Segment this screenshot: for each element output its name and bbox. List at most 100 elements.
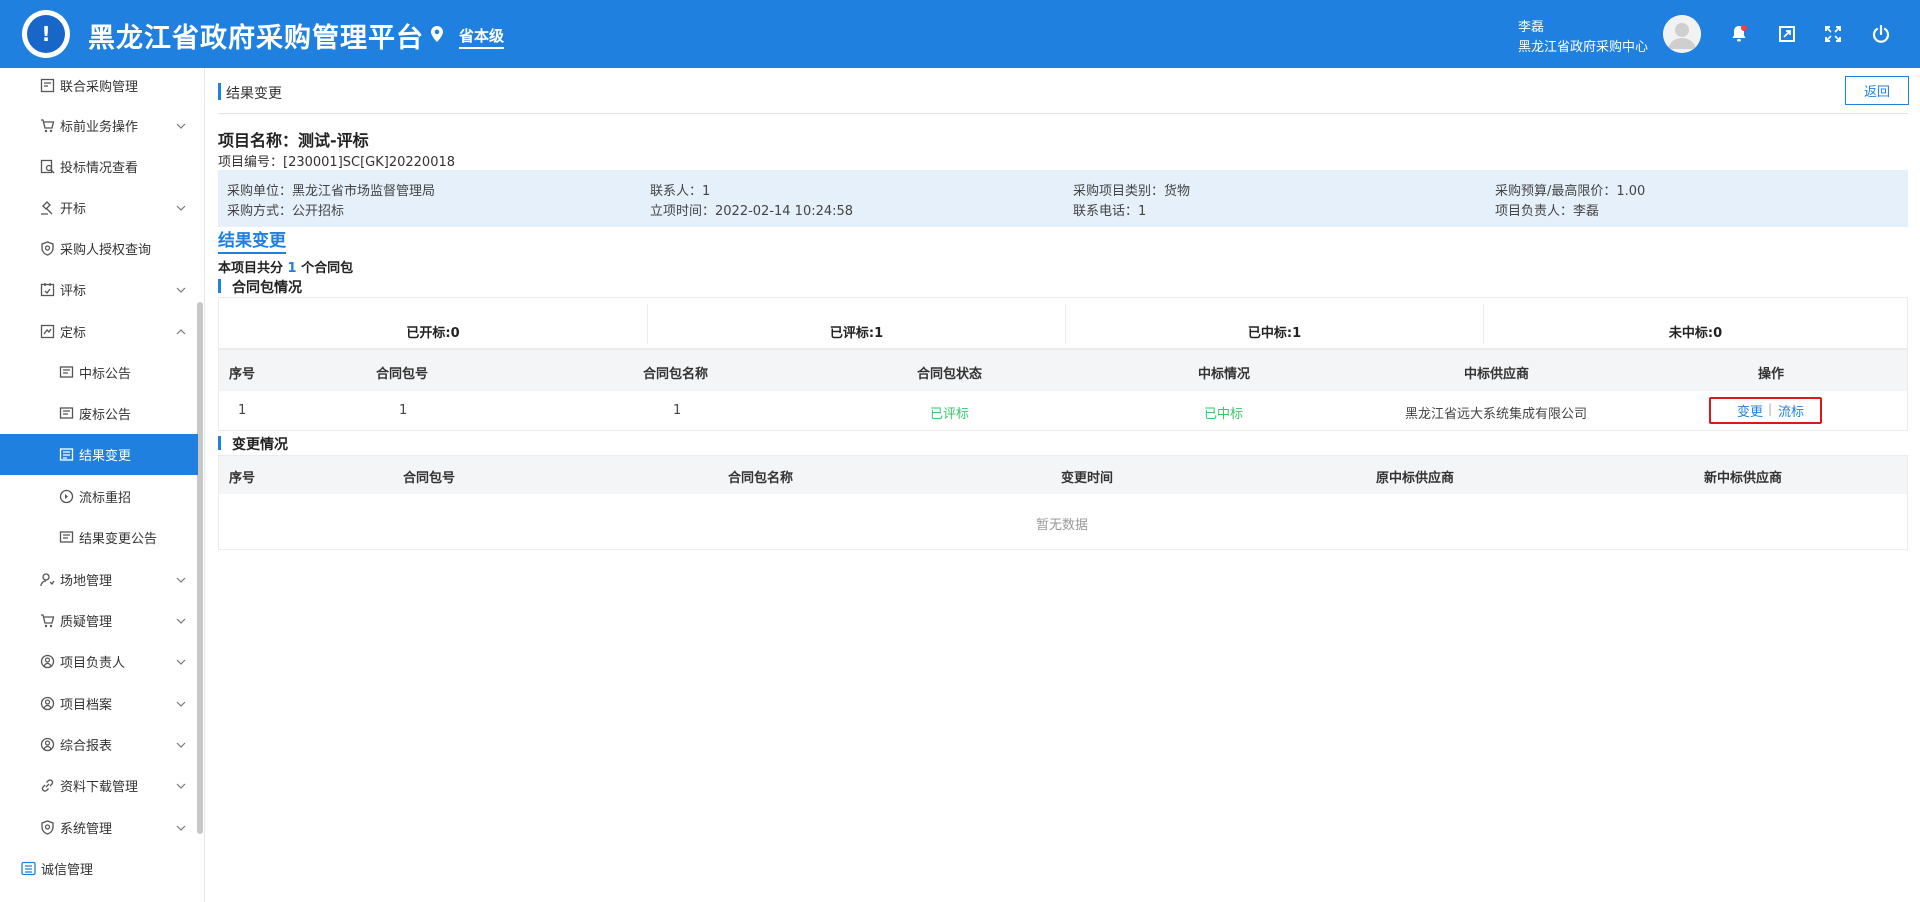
sidebar-item-auth-query[interactable]: 采购人授权查询 — [0, 228, 198, 269]
sidebar-item-result-change[interactable]: 结果变更 — [0, 434, 198, 475]
list-icon — [21, 861, 36, 876]
shield-icon — [41, 820, 54, 835]
sidebar-item-system[interactable]: 系统管理 — [0, 807, 198, 848]
col-change-time: 变更时间 — [1061, 471, 1114, 486]
col-pkg-no: 合同包号 — [403, 471, 456, 486]
chevron-down-icon — [176, 577, 186, 583]
chevron-down-icon — [176, 783, 186, 789]
sidebar-item-bid-opening[interactable]: 开标 — [0, 187, 198, 228]
sidebar-item-retender[interactable]: 流标重招 — [0, 476, 198, 517]
avatar[interactable] — [1663, 15, 1701, 53]
sidebar-item-label: 结果变更公告 — [79, 532, 158, 547]
action-separator: | — [1768, 402, 1773, 416]
info-method: 采购方式：公开招标 — [227, 204, 345, 219]
location-pin-icon — [431, 26, 443, 42]
sidebar-item-project-lead[interactable]: 项目负责人 — [0, 641, 198, 682]
project-name: 项目名称：测试-评标 — [218, 131, 369, 150]
user-circle-icon — [40, 654, 55, 669]
section-accent-bar — [218, 436, 221, 450]
top-header: ! 黑龙江省政府采购管理平台 省本级 李磊 黑龙江省政府采购中心 — [0, 0, 1920, 68]
notice-icon — [59, 407, 74, 419]
empty-state-text: 暂无数据 — [1036, 518, 1089, 533]
info-contact: 联系人：1 — [650, 184, 711, 199]
user-circle-icon — [40, 696, 55, 711]
sidebar-item-abort-notice[interactable]: 废标公告 — [0, 393, 198, 434]
change-link[interactable]: 变更 — [1737, 401, 1763, 420]
package-count-number: 1 — [287, 261, 297, 276]
sidebar-item-joint-purchase[interactable]: 联合采购管理 — [0, 65, 198, 106]
package-count-suffix: 个合同包 — [301, 261, 354, 276]
sidebar-item-complaint[interactable]: 质疑管理 — [0, 600, 198, 641]
info-purchaser: 采购单位：黑龙江省市场监督管理局 — [227, 184, 436, 199]
power-icon[interactable] — [1871, 24, 1891, 44]
sidebar-item-venue[interactable]: 场地管理 — [0, 559, 198, 600]
cell-pkg-no: 1 — [399, 403, 408, 418]
user-circle-icon — [40, 737, 55, 752]
fullscreen-icon[interactable] — [1823, 24, 1843, 44]
stat-opened: 已开标:0 — [406, 326, 460, 341]
col-new-supplier: 新中标供应商 — [1704, 471, 1783, 486]
sidebar-item-pre-bid[interactable]: 标前业务操作 — [0, 105, 198, 146]
project-info-panel: 采购单位：黑龙江省市场监督管理局 联系人：1 采购项目类别：货物 采购预算/最高… — [218, 170, 1908, 227]
app-title: 黑龙江省政府采购管理平台 — [88, 23, 424, 54]
sidebar-item-label: 诚信管理 — [41, 863, 94, 878]
evaluate-icon — [40, 283, 55, 297]
result-change-section-title: 结果变更 — [218, 230, 286, 254]
sidebar-item-bid-view[interactable]: 投标情况查看 — [0, 146, 198, 187]
info-budget: 采购预算/最高限价：1.00 — [1495, 184, 1646, 199]
chevron-down-icon — [176, 742, 186, 748]
sidebar-item-label: 定标 — [60, 326, 87, 341]
venue-icon — [40, 573, 55, 587]
package-count: 本项目共分 1 个合同包 — [218, 257, 353, 276]
sidebar-item-credit[interactable]: 诚信管理 — [0, 848, 198, 889]
change-table-header: 序号 合同包号 合同包名称 变更时间 原中标供应商 新中标供应商 — [219, 456, 1907, 494]
cell-pkg-name: 1 — [673, 403, 682, 418]
col-actions: 操作 — [1758, 367, 1785, 382]
joint-purchase-icon — [40, 78, 55, 93]
bell-icon[interactable] — [1729, 24, 1749, 44]
col-pkg-status: 合同包状态 — [917, 367, 983, 382]
sidebar-item-award[interactable]: 定标 — [0, 311, 198, 352]
package-count-prefix: 本项目共分 — [218, 261, 284, 276]
chevron-down-icon — [176, 287, 186, 293]
notice-icon — [59, 366, 74, 378]
sidebar-item-win-notice[interactable]: 中标公告 — [0, 352, 198, 393]
notice-icon — [59, 531, 74, 543]
col-old-supplier: 原中标供应商 — [1376, 471, 1455, 486]
back-button[interactable]: 返回 — [1845, 76, 1909, 105]
user-name: 李磊 — [1518, 20, 1545, 35]
project-code: 项目编号：[230001]SC[GK]20220018 — [218, 155, 456, 170]
retender-icon — [59, 489, 74, 504]
sidebar-item-reports[interactable]: 综合报表 — [0, 724, 198, 765]
sidebar-item-label: 标前业务操作 — [60, 120, 139, 135]
info-category: 采购项目类别：货物 — [1073, 184, 1191, 199]
sidebar-item-change-notice[interactable]: 结果变更公告 — [0, 517, 198, 558]
sidebar-item-downloads[interactable]: 资料下载管理 — [0, 765, 198, 806]
sidebar-item-label: 中标公告 — [79, 367, 132, 382]
sidebar-item-label: 结果变更 — [79, 449, 132, 464]
sidebar-item-project-archive[interactable]: 项目档案 — [0, 683, 198, 724]
chevron-down-icon — [176, 205, 186, 211]
doc-search-icon — [40, 159, 55, 174]
cart-icon — [41, 614, 55, 628]
col-pkg-name: 合同包名称 — [643, 367, 709, 382]
region-selector[interactable]: 省本级 — [459, 25, 505, 49]
stat-lost: 未中标:0 — [1668, 326, 1723, 341]
fail-tender-link[interactable]: 流标 — [1778, 401, 1804, 420]
package-section-title: 合同包情况 — [232, 280, 302, 296]
chevron-up-icon — [176, 328, 186, 334]
sidebar-item-label: 废标公告 — [79, 408, 132, 423]
package-stats: 已开标:0 已评标:1 已中标:1 未中标:0 — [218, 297, 1908, 349]
sidebar-item-label: 流标重招 — [79, 491, 132, 506]
sidebar-item-label: 综合报表 — [60, 739, 113, 754]
link-icon — [41, 779, 54, 792]
sidebar-item-label: 采购人授权查询 — [60, 243, 152, 258]
col-pkg-no: 合同包号 — [376, 367, 429, 382]
shield-search-icon — [41, 241, 54, 256]
sidebar-item-label: 场地管理 — [60, 574, 113, 589]
change-icon — [59, 448, 74, 461]
package-table-header: 序号 合同包号 合同包名称 合同包状态 中标情况 中标供应商 操作 — [219, 350, 1907, 391]
info-lead: 项目负责人：李磊 — [1495, 204, 1600, 219]
window-icon[interactable] — [1777, 24, 1797, 44]
sidebar-item-evaluation[interactable]: 评标 — [0, 269, 198, 310]
